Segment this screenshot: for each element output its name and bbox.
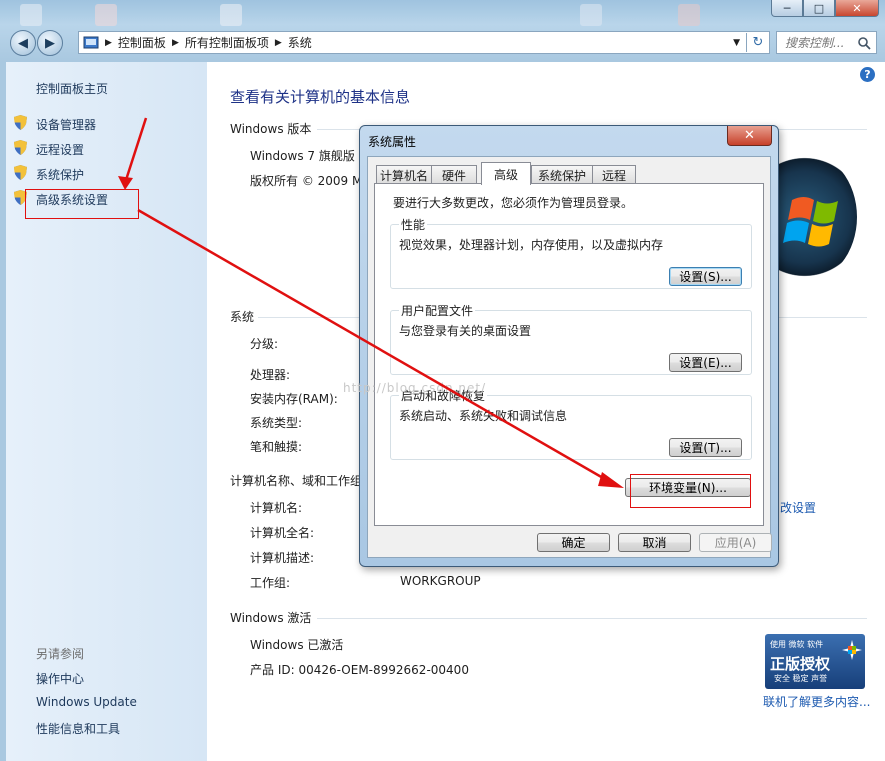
arrowhead-icon [598,472,624,488]
annotation-arrows [118,117,624,488]
arrowhead-icon [118,176,133,190]
tab-advanced[interactable]: 高级 [481,162,531,185]
annotation-arrow-down [124,117,148,181]
annotation-arrow-to-env [137,208,611,484]
